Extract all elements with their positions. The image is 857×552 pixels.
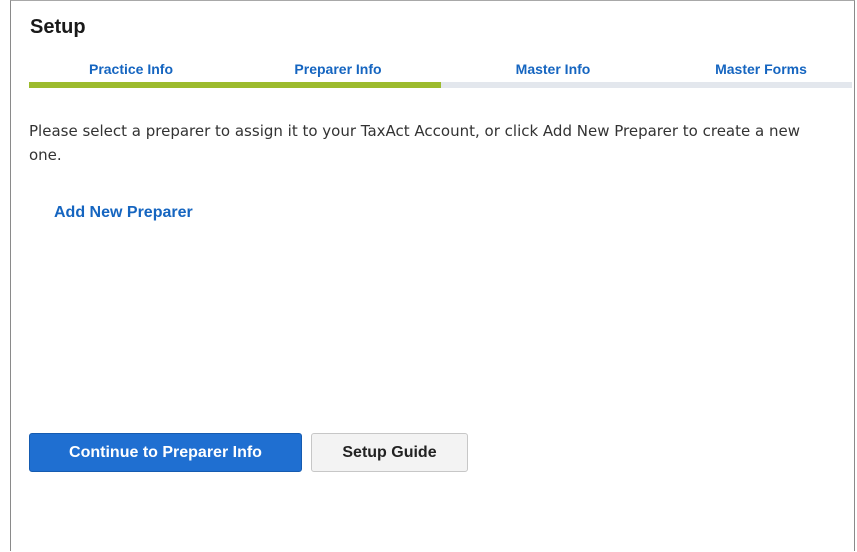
page-title: Setup [30, 16, 86, 38]
setup-guide-button[interactable]: Setup Guide [311, 433, 468, 472]
step-master-forms[interactable]: Master Forms [715, 61, 807, 77]
progress-track [29, 82, 852, 88]
step-practice-info[interactable]: Practice Info [89, 61, 173, 77]
add-new-preparer-link[interactable]: Add New Preparer [54, 204, 193, 222]
continue-button[interactable]: Continue to Preparer Info [29, 433, 302, 472]
step-progress: Practice Info Preparer Info Master Info … [29, 61, 852, 88]
step-master-info[interactable]: Master Info [516, 61, 591, 77]
step-preparer-info[interactable]: Preparer Info [294, 61, 381, 77]
instructions-text: Please select a preparer to assign it to… [29, 122, 800, 164]
progress-fill [29, 82, 441, 88]
setup-panel: Setup Practice Info Preparer Info Master… [10, 0, 855, 551]
